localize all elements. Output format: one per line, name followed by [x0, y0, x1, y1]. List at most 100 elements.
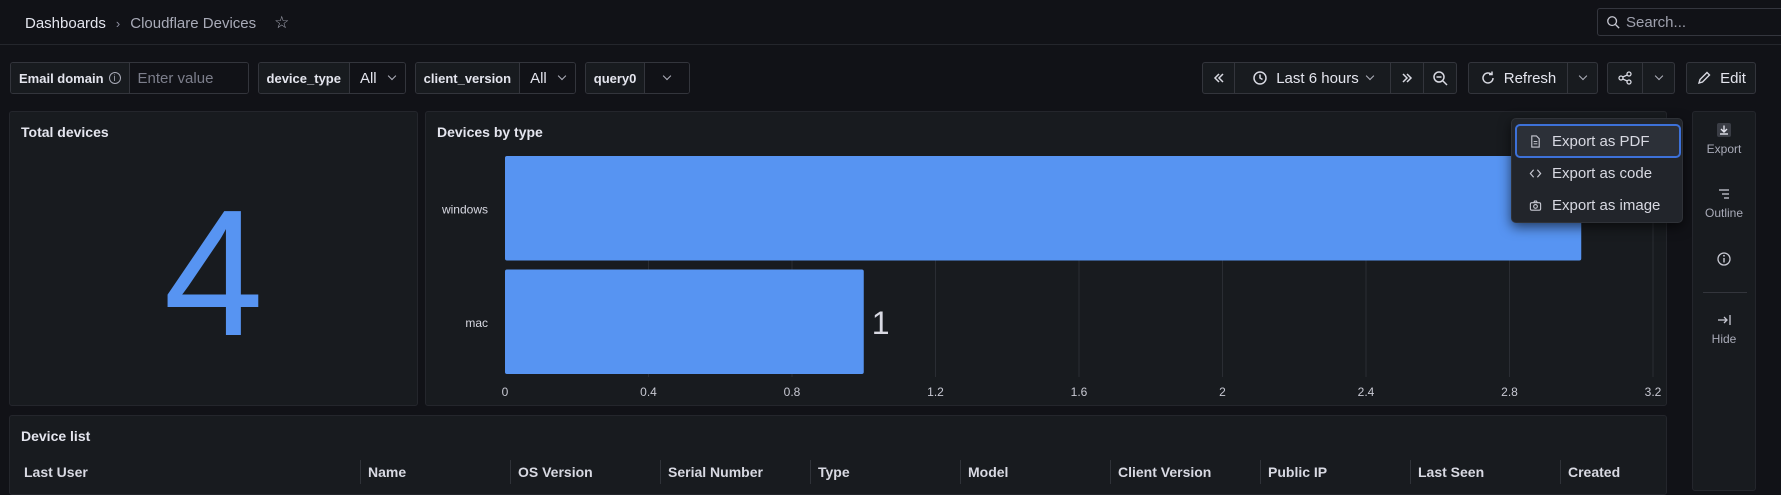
zoom-out-button[interactable]	[1424, 62, 1457, 94]
column-header[interactable]: Last User	[24, 464, 88, 480]
refresh-button[interactable]: Refresh	[1468, 62, 1568, 94]
chevron-down-icon	[1578, 71, 1587, 81]
chevron-down-icon	[387, 71, 396, 81]
side-hide-button[interactable]: Hide	[1693, 312, 1755, 346]
column-divider[interactable]	[1560, 460, 1561, 484]
x-tick-label: 2.8	[1501, 385, 1518, 399]
bar	[505, 156, 1582, 261]
chevron-down-icon	[557, 71, 566, 81]
query0-select[interactable]	[645, 63, 690, 93]
category-label: windows	[441, 202, 488, 216]
column-divider[interactable]	[810, 460, 811, 484]
side-export-button[interactable]: Export	[1693, 122, 1755, 156]
variable-label: query0	[585, 63, 646, 93]
total-devices-value: 4	[163, 173, 264, 374]
column-header[interactable]: Name	[368, 464, 406, 480]
download-icon	[1717, 123, 1731, 137]
zoom-out-icon	[1433, 71, 1448, 86]
search-icon	[1607, 16, 1620, 29]
column-header[interactable]: OS Version	[518, 464, 593, 480]
total-devices-panel[interactable]: Total devices 4	[9, 111, 418, 406]
panel-title: Device list	[21, 428, 91, 444]
time-controls: Last 6 hours	[1202, 62, 1457, 94]
variable-device-type: device_type All	[257, 62, 406, 94]
code-icon	[1529, 168, 1542, 178]
list-icon	[1719, 189, 1729, 199]
column-header[interactable]: Last Seen	[1418, 464, 1484, 480]
column-header[interactable]: Serial Number	[668, 464, 763, 480]
bar-chart: 0 0.4 0.8 1.2 1.6 2 2.4 2.8 3.2 windows mac 1	[441, 156, 1662, 399]
column-divider[interactable]	[1410, 460, 1411, 484]
edit-controls: Edit	[1686, 62, 1756, 94]
info-icon[interactable]: i	[108, 72, 121, 84]
export-menu: Export as PDF Export as code Export as i…	[1511, 118, 1683, 223]
x-tick-label: 2	[1219, 385, 1226, 399]
edit-label: Edit	[1720, 69, 1746, 87]
variables-bar: Email domain i Enter value device_type A…	[10, 62, 691, 94]
side-info-button[interactable]	[1693, 251, 1755, 271]
variable-label: device_type	[258, 63, 350, 93]
collapse-right-icon	[1718, 315, 1731, 325]
column-header[interactable]: Model	[968, 464, 1008, 480]
variable-query0: query0	[584, 62, 691, 94]
share-options-button[interactable]	[1643, 62, 1675, 94]
column-divider[interactable]	[960, 460, 961, 484]
info-icon	[1717, 252, 1731, 266]
column-header[interactable]: Type	[818, 464, 850, 480]
x-tick-label: 1.6	[1071, 385, 1088, 399]
chevron-down-icon	[1654, 71, 1663, 81]
star-icon[interactable]: ☆	[274, 13, 289, 33]
refresh-icon	[1482, 71, 1494, 84]
breadcrumb-dashboards-link[interactable]: Dashboards	[25, 15, 106, 32]
column-divider[interactable]	[660, 460, 661, 484]
time-range-picker[interactable]: Last 6 hours	[1235, 62, 1391, 94]
variable-client-version: client_version All	[414, 62, 576, 94]
search-placeholder: Search...	[1626, 13, 1687, 31]
export-pdf-item[interactable]: Export as PDF	[1515, 124, 1681, 158]
share-icon	[1618, 71, 1632, 85]
export-code-item[interactable]: Export as code	[1517, 158, 1679, 188]
chevron-down-icon	[663, 71, 672, 81]
column-header[interactable]: Created	[1568, 464, 1620, 480]
side-outline-button[interactable]: Outline	[1693, 186, 1755, 220]
page-title: Cloudflare Devices	[130, 14, 257, 32]
share-button[interactable]	[1607, 62, 1643, 94]
column-header[interactable]: Public IP	[1268, 464, 1327, 480]
time-shift-forward-button[interactable]	[1391, 62, 1424, 94]
x-tick-label: 0.8	[784, 385, 801, 399]
top-bar: Dashboards › Cloudflare Devices ☆ Search…	[0, 0, 1781, 45]
bar	[505, 269, 864, 374]
breadcrumb-separator: ›	[115, 15, 121, 31]
panel-title: Total devices	[21, 124, 109, 140]
export-image-item[interactable]: Export as image	[1517, 190, 1679, 220]
column-divider[interactable]	[510, 460, 511, 484]
column-header[interactable]: Client Version	[1118, 464, 1211, 480]
column-divider[interactable]	[1260, 460, 1261, 484]
file-icon	[1531, 134, 1540, 148]
category-label: mac	[465, 316, 488, 330]
column-divider[interactable]	[360, 460, 361, 484]
breadcrumb: Dashboards › Cloudflare Devices ☆	[25, 13, 289, 33]
refresh-interval-button[interactable]	[1568, 62, 1598, 94]
bar-value-label: 1	[872, 305, 890, 341]
email-domain-input[interactable]: Enter value	[129, 63, 248, 93]
client-version-select[interactable]: All	[520, 63, 575, 93]
chevrons-left-icon	[1213, 73, 1224, 83]
chevrons-right-icon	[1402, 73, 1413, 83]
column-divider[interactable]	[1110, 460, 1111, 484]
edit-button[interactable]: Edit	[1686, 62, 1756, 94]
x-tick-label: 0.4	[640, 385, 657, 399]
refresh-controls: Refresh	[1468, 62, 1598, 94]
clock-icon	[1253, 71, 1267, 85]
variable-label: client_version	[415, 63, 521, 93]
device-type-select[interactable]: All	[349, 63, 405, 93]
side-panel: Export Outline Hide	[1692, 111, 1756, 491]
time-shift-back-button[interactable]	[1202, 62, 1235, 94]
search-input[interactable]: Search...	[1597, 8, 1781, 36]
side-divider	[1703, 292, 1747, 293]
x-tick-label: 1.2	[927, 385, 944, 399]
devices-by-type-panel[interactable]: Devices by type 0 0.4 0.8 1.2 1.6 2 2.4 2.8 3.2 w…	[425, 111, 1667, 406]
variable-email-domain: Email domain i Enter value	[10, 62, 249, 94]
share-controls	[1607, 62, 1675, 94]
x-tick-label: 2.4	[1358, 385, 1375, 399]
